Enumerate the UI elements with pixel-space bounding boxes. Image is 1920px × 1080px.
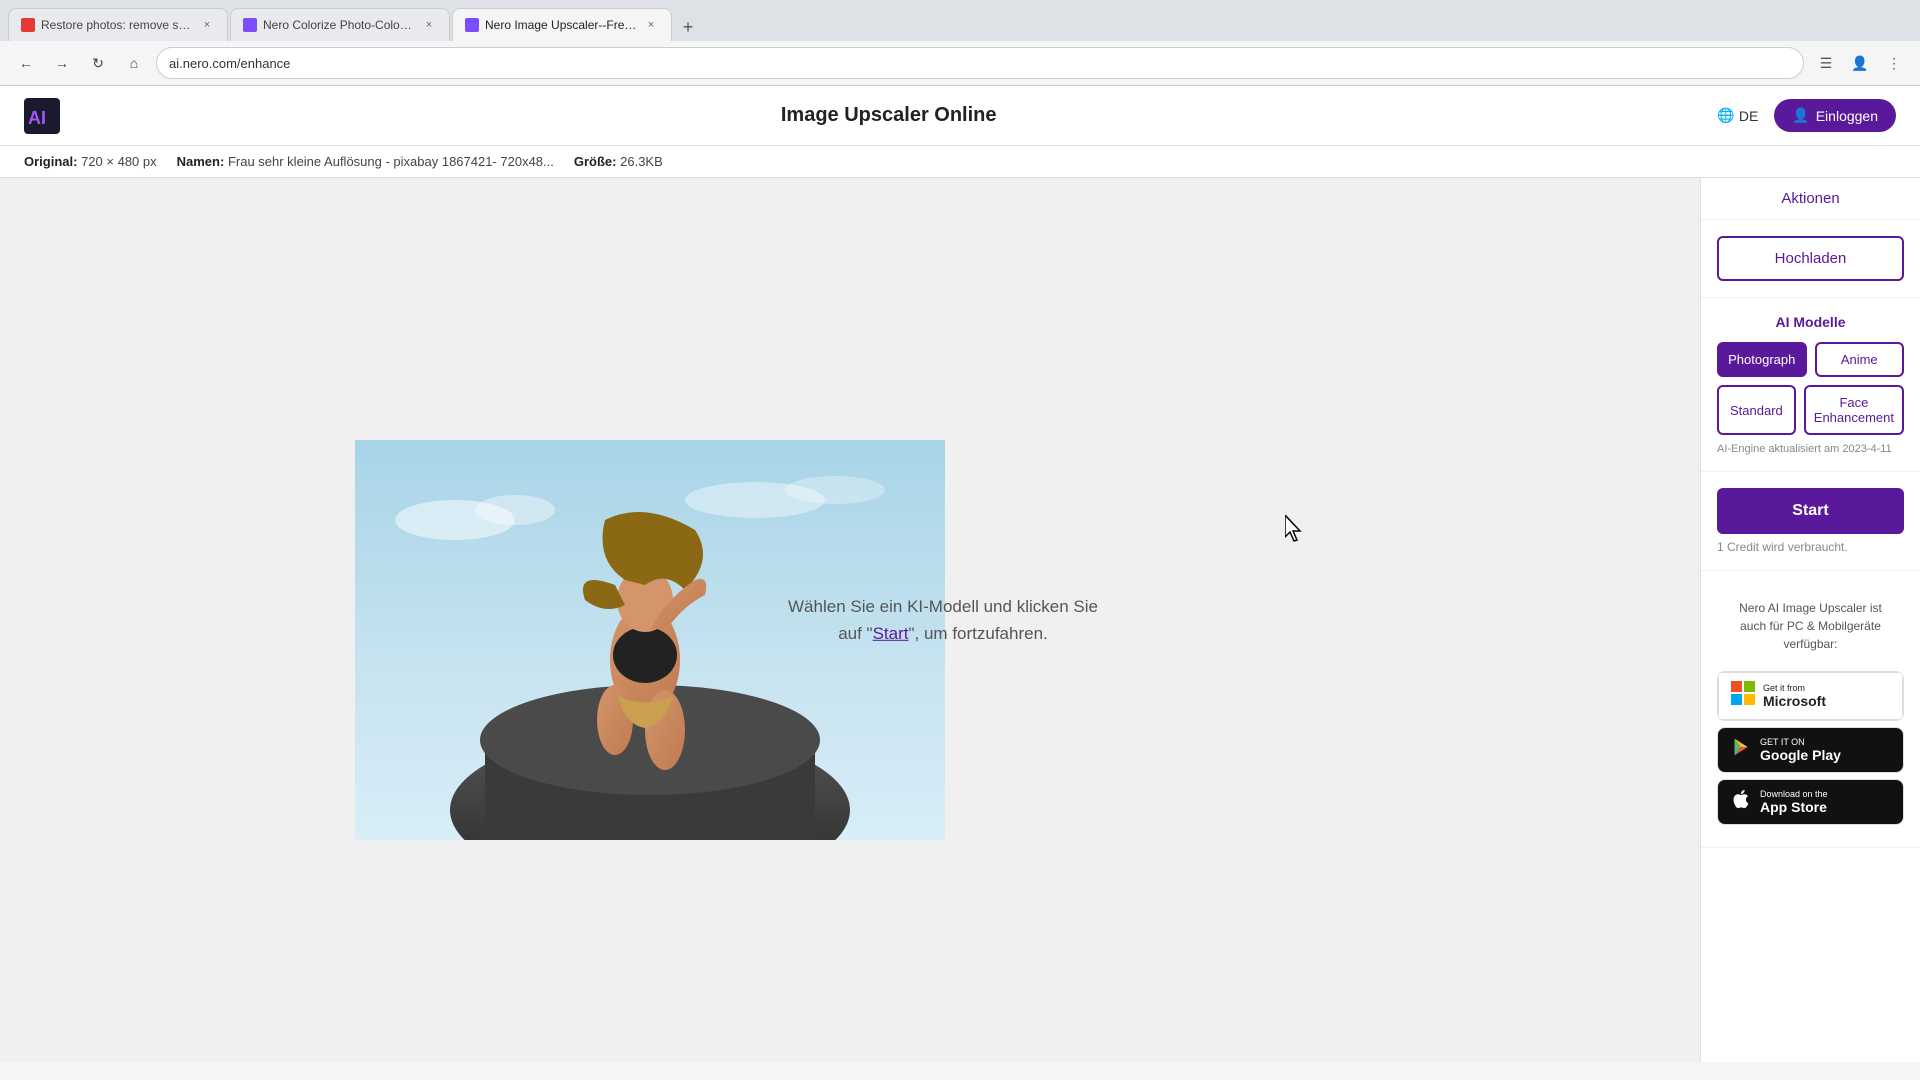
size-value: 26.3KB — [620, 154, 663, 169]
ai-engine-note: AI-Engine aktualisiert am 2023-4-11 — [1717, 443, 1904, 455]
browser-chrome: Restore photos: remove scratch... × Nero… — [0, 0, 1920, 86]
tab-bar: Restore photos: remove scratch... × Nero… — [0, 0, 1920, 41]
browser-tab-3[interactable]: Nero Image Upscaler--Free Pho... × — [452, 8, 672, 41]
google-play-inner: GET IT ON Google Play — [1718, 728, 1903, 772]
info-bar: Original: 720 × 480 px Namen: Frau sehr … — [0, 146, 1920, 178]
app-header: AI Image Upscaler Online 🌐 DE 👤 Einlogge… — [0, 86, 1920, 146]
address-bar-row: ← → ↻ ⌂ ☰ 👤 ⋮ — [0, 41, 1920, 85]
mobile-promo-section: Nero AI Image Upscaler ist auch für PC &… — [1701, 571, 1920, 848]
name-info: Namen: Frau sehr kleine Auflösung - pixa… — [177, 154, 554, 169]
google-play-text: GET IT ON Google Play — [1760, 737, 1841, 763]
login-label: Einloggen — [1816, 108, 1878, 124]
aktionen-title: Aktionen — [1701, 178, 1920, 220]
mobile-promo-text: Nero AI Image Upscaler ist auch für PC &… — [1717, 587, 1904, 665]
globe-icon: 🌐 — [1717, 107, 1734, 124]
tab-favicon-2 — [243, 18, 257, 32]
name-label: Namen: — [177, 154, 225, 169]
start-button[interactable]: Start — [1717, 488, 1904, 534]
model-anime-button[interactable]: Anime — [1815, 342, 1905, 377]
login-button[interactable]: 👤 Einloggen — [1774, 99, 1896, 132]
google-play-button[interactable]: GET IT ON Google Play — [1717, 727, 1904, 773]
model-buttons-row2: Standard Face Enhancement — [1717, 385, 1904, 435]
start-link[interactable]: Start — [873, 624, 909, 643]
extensions-button[interactable]: ☰ — [1812, 49, 1840, 77]
forward-button[interactable]: → — [48, 49, 76, 77]
original-label: Original: — [24, 154, 77, 169]
menu-button[interactable]: ⋮ — [1880, 49, 1908, 77]
ai-models-title: AI Modelle — [1717, 314, 1904, 330]
address-input[interactable] — [156, 47, 1804, 79]
size-info: Größe: 26.3KB — [574, 154, 663, 169]
svg-text:AI: AI — [28, 108, 46, 128]
header-right: 🌐 DE 👤 Einloggen — [1717, 99, 1896, 132]
upload-button[interactable]: Hochladen — [1717, 236, 1904, 281]
model-face-enhancement-button[interactable]: Face Enhancement — [1804, 385, 1904, 435]
browser-icons: ☰ 👤 ⋮ — [1812, 49, 1908, 77]
model-photograph-button[interactable]: Photograph — [1717, 342, 1807, 377]
google-play-small: GET IT ON — [1760, 737, 1841, 747]
microsoft-icon — [1731, 681, 1755, 711]
name-value: Frau sehr kleine Auflösung - pixabay 186… — [228, 154, 554, 169]
center-message: Wählen Sie ein KI-Modell und klicken Sie… — [788, 593, 1098, 647]
reload-button[interactable]: ↻ — [84, 49, 112, 77]
app-store-large: App Store — [1760, 799, 1828, 815]
browser-tab-2[interactable]: Nero Colorize Photo-Colorize Yo... × — [230, 8, 450, 41]
new-tab-button[interactable]: + — [674, 13, 702, 41]
microsoft-store-large: Microsoft — [1763, 693, 1826, 709]
microsoft-store-button[interactable]: Get it from Microsoft — [1717, 671, 1904, 721]
home-button[interactable]: ⌂ — [120, 49, 148, 77]
tab-title-1: Restore photos: remove scratch... — [41, 18, 193, 32]
app-title: Image Upscaler Online — [781, 104, 997, 127]
tab-close-2[interactable]: × — [421, 17, 437, 33]
upload-section: Hochladen — [1701, 220, 1920, 298]
language-label: DE — [1739, 108, 1758, 124]
image-area: Wählen Sie ein KI-Modell und klicken Sie… — [0, 178, 1700, 1062]
tab-title-3: Nero Image Upscaler--Free Pho... — [485, 18, 637, 32]
credit-note: 1 Credit wird verbraucht. — [1717, 540, 1904, 554]
tab-close-3[interactable]: × — [643, 17, 659, 33]
logo-area: AI — [24, 98, 60, 134]
browser-tab-1[interactable]: Restore photos: remove scratch... × — [8, 8, 228, 41]
ai-models-section: AI Modelle Photograph Anime Standard Fac… — [1701, 298, 1920, 472]
app-store-inner: Download on the App Store — [1718, 780, 1903, 824]
model-buttons-row1: Photograph Anime — [1717, 342, 1904, 377]
google-play-icon — [1730, 736, 1752, 764]
tab-title-2: Nero Colorize Photo-Colorize Yo... — [263, 18, 415, 32]
tab-favicon-1 — [21, 18, 35, 32]
microsoft-store-inner: Get it from Microsoft — [1718, 672, 1903, 720]
sidebar: Aktionen Hochladen AI Modelle Photograph… — [1700, 178, 1920, 1062]
app-store-text: Download on the App Store — [1760, 789, 1828, 815]
size-label: Größe: — [574, 154, 617, 169]
app-store-small: Download on the — [1760, 789, 1828, 799]
app-store-button[interactable]: Download on the App Store — [1717, 779, 1904, 825]
original-info: Original: 720 × 480 px — [24, 154, 157, 169]
tab-close-1[interactable]: × — [199, 17, 215, 33]
tab-favicon-3 — [465, 18, 479, 32]
center-message-line2-suffix: ", um fortzufahren. — [908, 624, 1047, 643]
google-play-large: Google Play — [1760, 747, 1841, 763]
microsoft-store-text: Get it from Microsoft — [1763, 683, 1826, 709]
center-message-line1: Wählen Sie ein KI-Modell und klicken Sie — [788, 597, 1098, 616]
model-standard-button[interactable]: Standard — [1717, 385, 1796, 435]
start-section: Start 1 Credit wird verbraucht. — [1701, 472, 1920, 571]
nero-logo-icon: AI — [24, 98, 60, 134]
original-value: 720 × 480 px — [81, 154, 157, 169]
profile-button[interactable]: 👤 — [1846, 49, 1874, 77]
back-button[interactable]: ← — [12, 49, 40, 77]
user-icon: 👤 — [1792, 107, 1809, 124]
apple-icon — [1730, 788, 1752, 816]
center-message-line2-prefix: auf " — [838, 624, 872, 643]
microsoft-store-small: Get it from — [1763, 683, 1826, 693]
main-content: Wählen Sie ein KI-Modell und klicken Sie… — [0, 178, 1920, 1062]
language-button[interactable]: 🌐 DE — [1717, 107, 1758, 124]
